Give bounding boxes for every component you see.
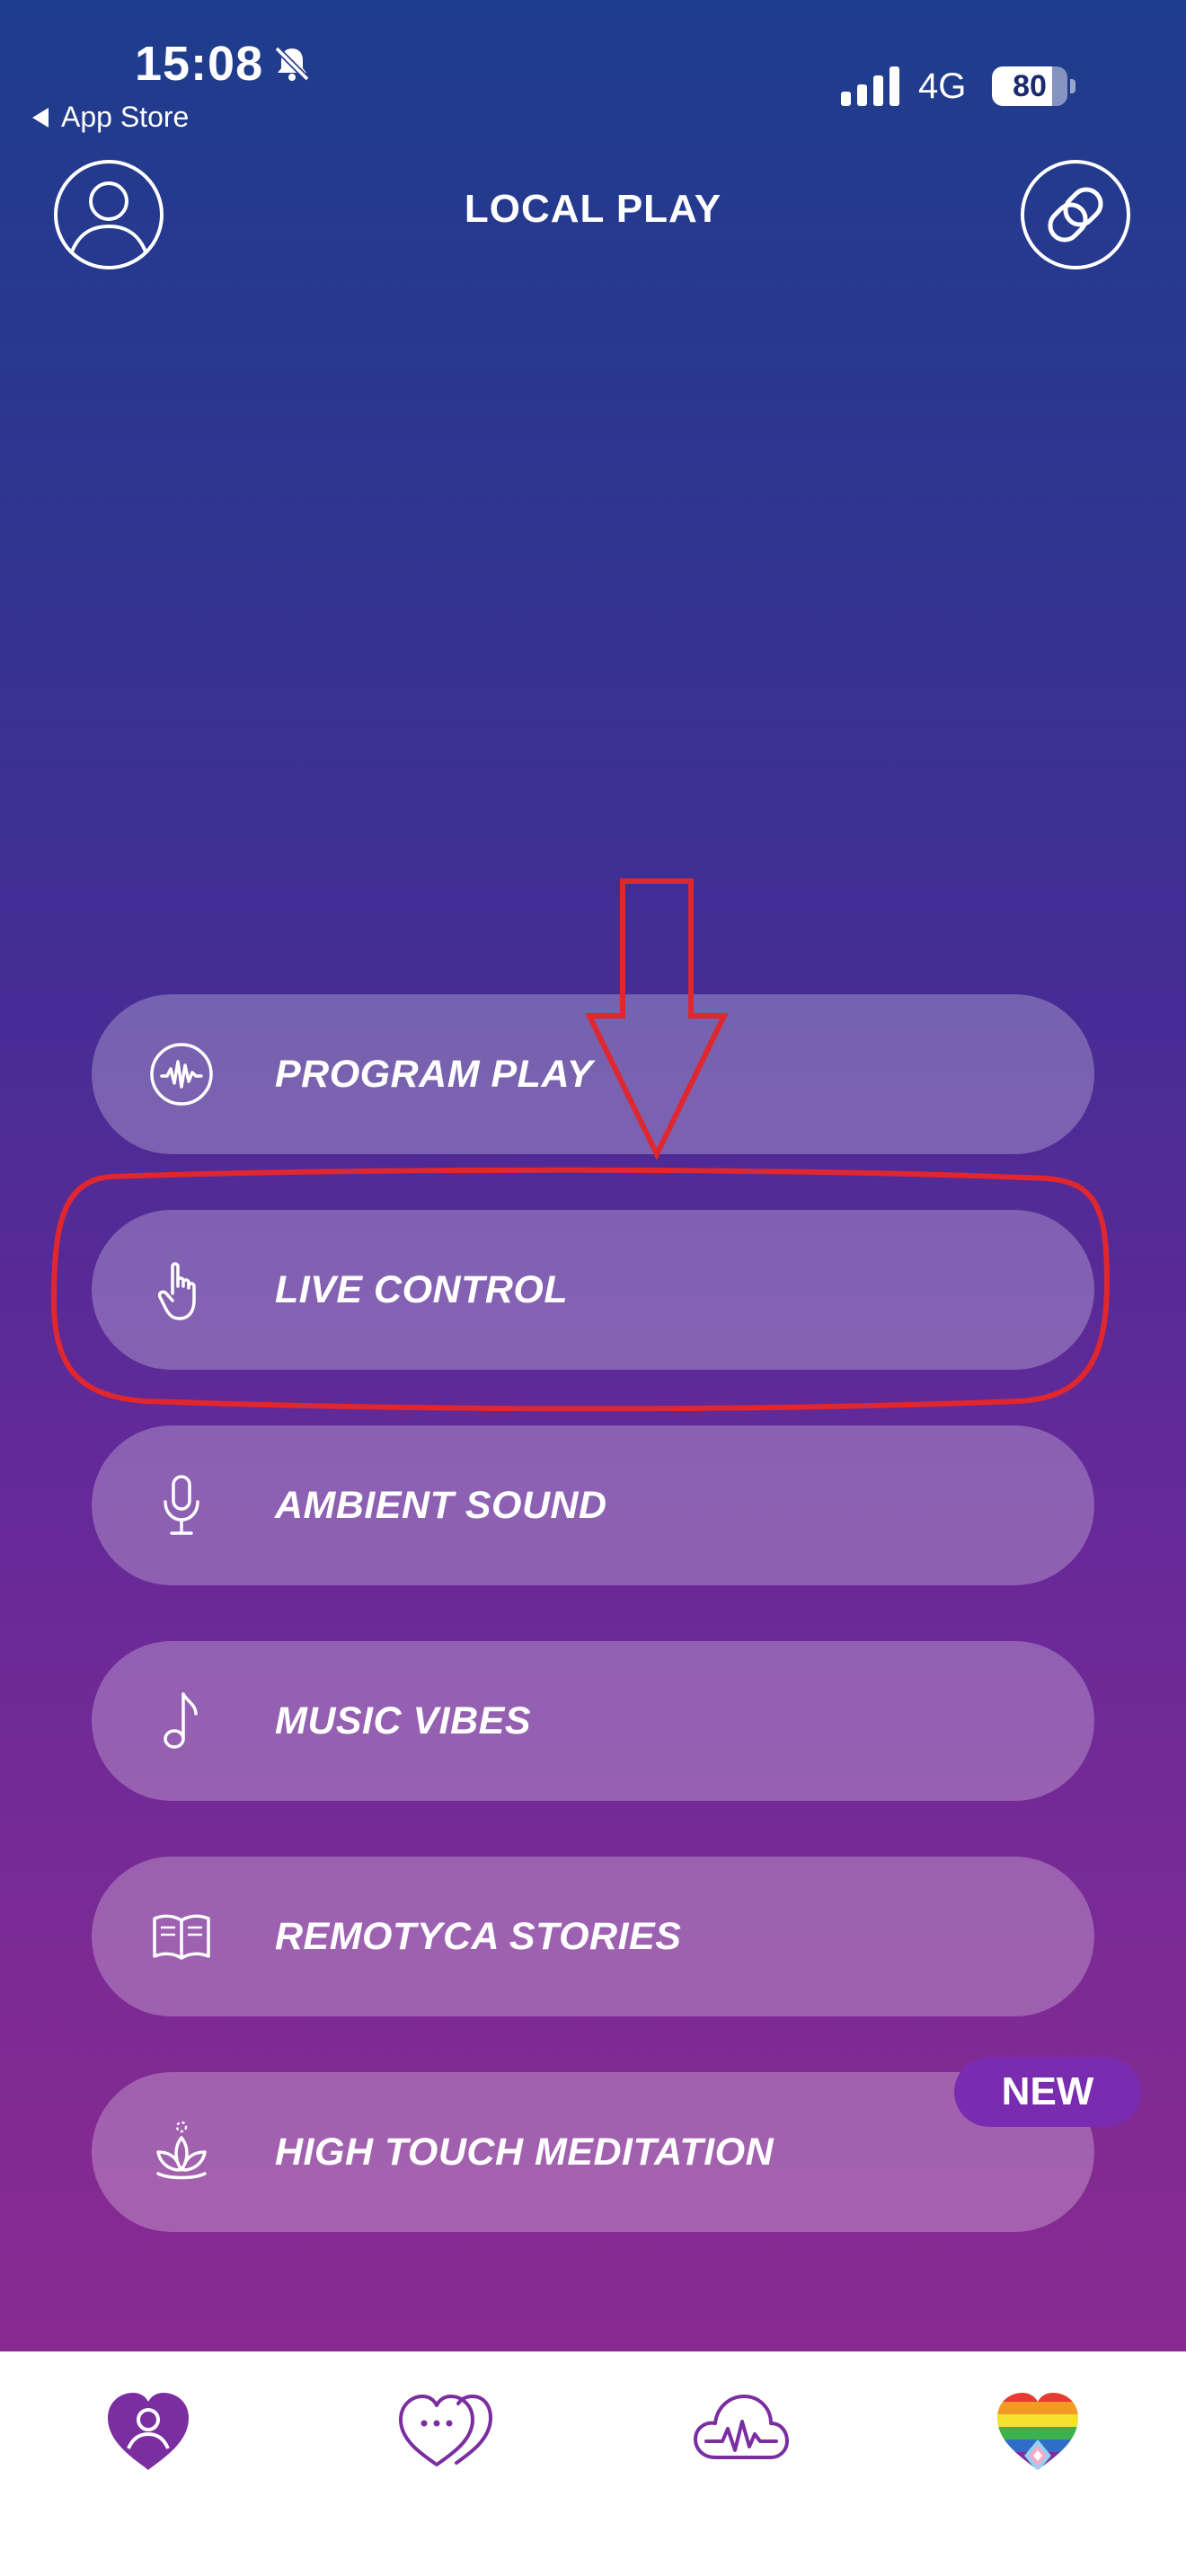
back-app-label: App Store <box>61 101 190 133</box>
new-badge: NEW <box>954 2057 1141 2127</box>
annotation-ellipse <box>50 1167 1111 1412</box>
battery-nub <box>1070 79 1075 93</box>
heart-chat-icon <box>399 2394 493 2466</box>
bottom-tab-bar <box>0 2351 1186 2576</box>
back-arrow-icon <box>32 107 49 128</box>
remotyca-stories-button[interactable]: REMOTYCA STORIES <box>92 1857 1094 2016</box>
rainbow-heart-icon <box>997 2393 1078 2470</box>
tab-cloud[interactable] <box>692 2387 791 2477</box>
cloud-wave-icon <box>694 2395 789 2459</box>
music-note-icon <box>164 1692 198 1749</box>
signal-icon <box>841 66 899 106</box>
status-time: 15:08 <box>135 37 264 91</box>
local-play-screen: 15:08 App Store 4G 80 LOCAL PLAY PROGRAM… <box>0 0 1186 2576</box>
program-play-label: PROGRAM PLAY <box>275 1053 593 1096</box>
profile-icon <box>54 160 164 269</box>
remotyca-stories-label: REMOTYCA STORIES <box>275 1915 682 1958</box>
open-book-icon <box>153 1914 210 1960</box>
battery-indicator: 80 <box>992 66 1067 106</box>
link-rings-icon <box>1021 160 1130 269</box>
waveform-circle-icon <box>150 1043 213 1106</box>
music-vibes-button[interactable]: MUSIC VIBES <box>92 1641 1094 1801</box>
link-partner-button[interactable] <box>1019 158 1132 271</box>
network-type: 4G <box>918 66 967 106</box>
music-vibes-label: MUSIC VIBES <box>275 1699 532 1742</box>
heart-person-icon <box>108 2393 189 2470</box>
tab-pride[interactable] <box>988 2387 1087 2477</box>
bell-slash-icon <box>274 46 310 82</box>
ambient-sound-button[interactable]: AMBIENT SOUND <box>92 1425 1094 1585</box>
high-touch-meditation-label: HIGH TOUCH MEDITATION <box>275 2130 774 2174</box>
lotus-icon <box>156 2121 207 2180</box>
tab-chat[interactable] <box>395 2387 494 2477</box>
back-to-app-store[interactable]: App Store <box>32 101 189 134</box>
tab-home[interactable] <box>99 2387 198 2477</box>
annotation-down-arrow <box>585 878 729 1160</box>
ambient-sound-label: AMBIENT SOUND <box>275 1484 607 1527</box>
profile-button[interactable] <box>52 158 165 271</box>
battery-percent: 80 <box>1013 69 1047 103</box>
microphone-icon <box>164 1475 199 1535</box>
page-title: LOCAL PLAY <box>464 187 722 231</box>
high-touch-meditation-button[interactable]: HIGH TOUCH MEDITATION <box>92 2072 1094 2232</box>
